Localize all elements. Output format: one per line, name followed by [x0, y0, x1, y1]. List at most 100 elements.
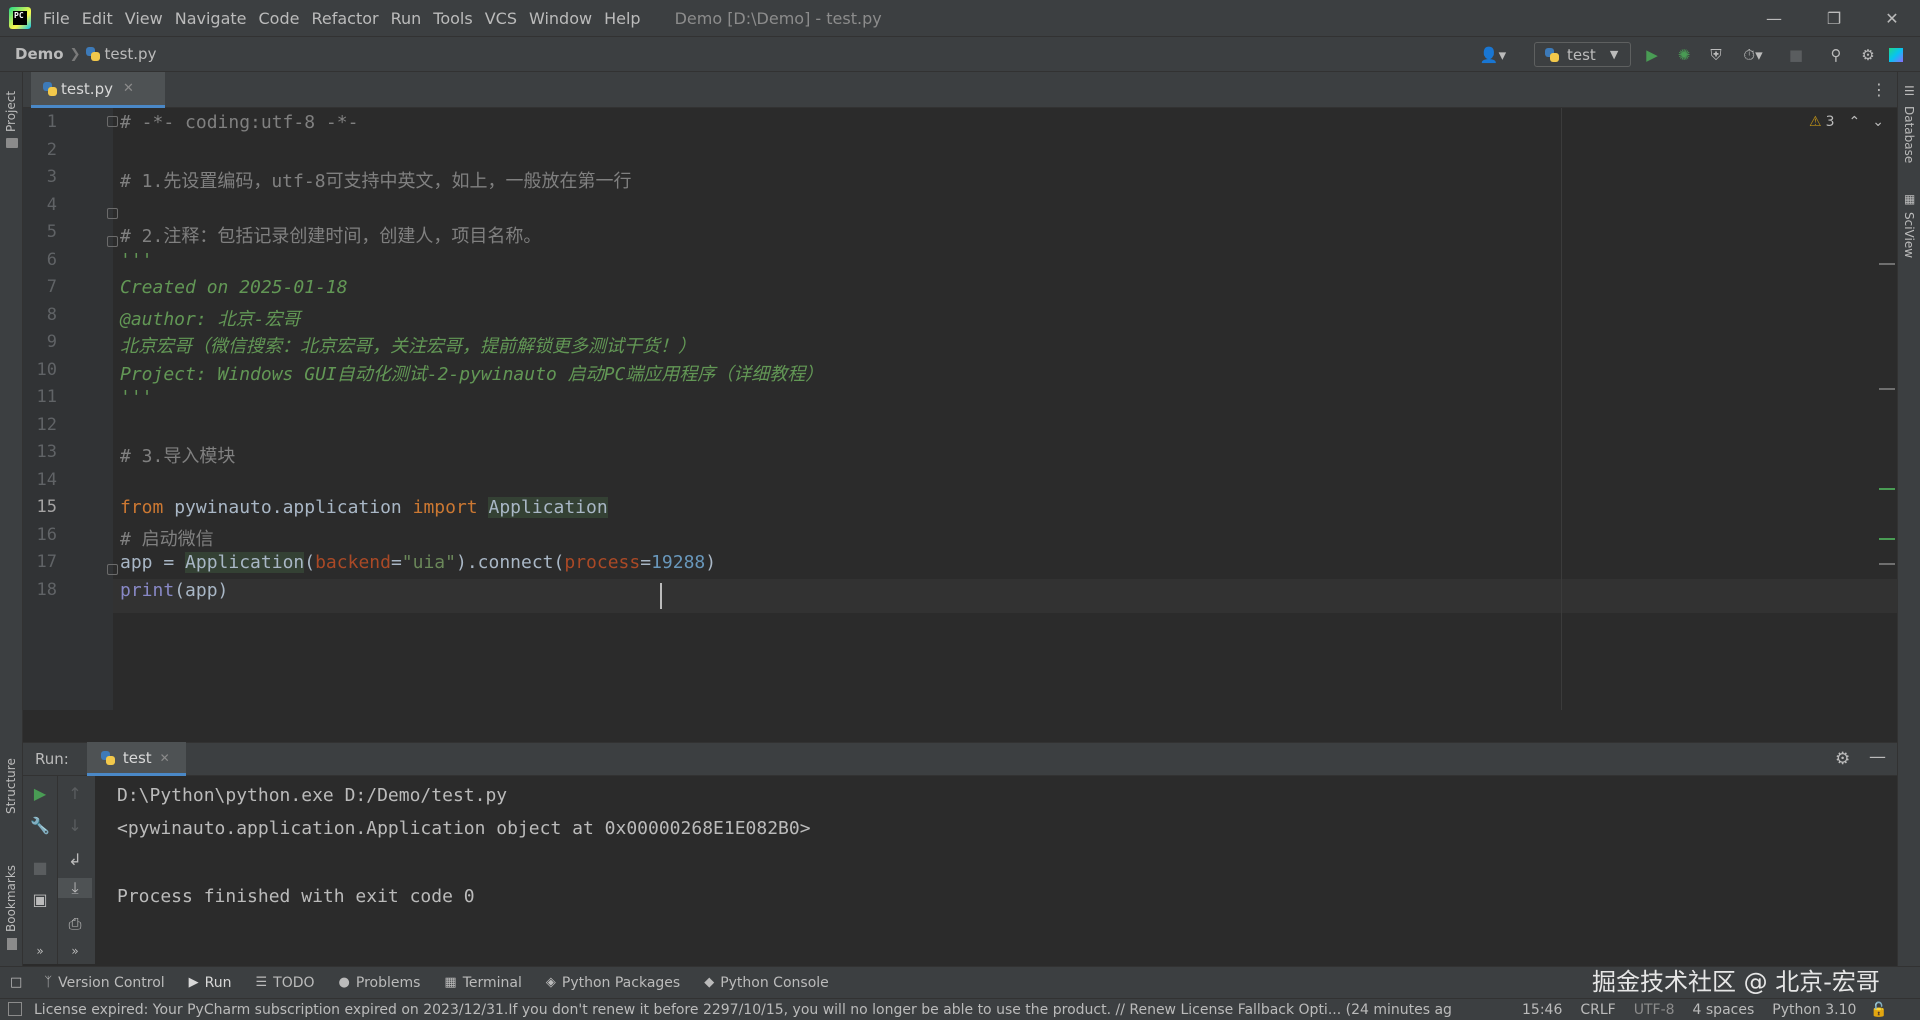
tool-tab-python-packages[interactable]: ◈ Python Packages — [546, 975, 680, 991]
caret-position[interactable]: 15:46 — [1522, 1002, 1562, 1018]
arrow-up-icon: ↑ — [68, 784, 82, 803]
warning-count: 3 — [1825, 114, 1835, 130]
code-line-17: app = Application(backend="uia").connect… — [120, 552, 716, 573]
right-tool-window-strip: ☰ Database ▦ SciView — [1897, 72, 1920, 972]
line-number: 9 — [46, 332, 57, 352]
debug-button[interactable]: ✺ — [1674, 45, 1694, 65]
status-message[interactable]: License expired: Your PyCharm subscripti… — [34, 1002, 1504, 1018]
menu-code[interactable]: Code — [259, 9, 300, 28]
menu-refactor[interactable]: Refactor — [311, 9, 378, 28]
current-line-highlight — [113, 579, 1897, 613]
project-tool-button[interactable]: Project — [0, 78, 23, 148]
menu-navigate[interactable]: Navigate — [175, 9, 247, 28]
tool-tab-python-console[interactable]: ◆ Python Console — [704, 975, 829, 991]
window-title: Demo [D:\Demo] - test.py — [674, 8, 882, 28]
more-options-icon[interactable]: ⋮ — [1871, 80, 1887, 99]
branch-icon: ᛉ — [44, 975, 53, 990]
indent-setting[interactable]: 4 spaces — [1693, 1002, 1755, 1018]
database-tool-label: Database — [1902, 106, 1916, 164]
menu-tools[interactable]: Tools — [433, 9, 472, 28]
tool-tab-todo[interactable]: ☰ TODO — [256, 975, 315, 991]
lock-icon[interactable]: 🔓 — [1870, 1002, 1887, 1018]
code-line-11: ''' — [120, 387, 153, 408]
user-account-icon[interactable]: 👤▾ — [1476, 45, 1510, 65]
minimize-button[interactable]: — — [1746, 0, 1802, 36]
breadcrumb-project[interactable]: Demo — [15, 45, 64, 63]
database-tool-button[interactable]: ☰ Database — [1898, 82, 1920, 182]
console-output-line: D:\Python\python.exe D:/Demo/test.py — [117, 785, 508, 806]
run-tab-test[interactable]: test ✕ — [86, 742, 186, 776]
file-encoding[interactable]: UTF-8 — [1634, 1002, 1675, 1018]
print-icon[interactable]: ⎙ — [58, 914, 92, 934]
close-tab-icon[interactable]: ✕ — [123, 81, 134, 96]
play-icon: ▶ — [188, 975, 199, 990]
bookmarks-tool-button[interactable]: Bookmarks — [0, 862, 23, 962]
fold-marker-icon[interactable] — [107, 208, 118, 219]
soft-wrap-icon[interactable]: ↲ — [58, 850, 92, 869]
tool-tab-terminal[interactable]: ▦ Terminal — [444, 975, 521, 991]
more-icon[interactable]: » — [58, 944, 92, 958]
rerun-icon[interactable]: ▶ — [23, 784, 57, 803]
layout-icon[interactable]: ▣ — [23, 890, 57, 909]
menu-vcs[interactable]: VCS — [485, 9, 517, 28]
settings-button[interactable]: ⚙ — [1858, 45, 1878, 65]
run-with-coverage-button[interactable]: ⛨ — [1706, 45, 1726, 65]
code-editor[interactable]: 1 2 3 4 5 6 7 8 9 10 11 12 13 14 15 16 17 18 # -*- coding… — [23, 108, 1897, 710]
menu-window[interactable]: Window — [529, 9, 592, 28]
run-console[interactable]: ▶ 🔧 ■ ▣ » ↑ ↓ ↲ ⤓ ⎙ » D:\Python\python.e… — [23, 776, 1897, 964]
tool-tab-version-control[interactable]: ᛉ Version Control — [44, 975, 164, 991]
fold-marker-icon[interactable] — [107, 116, 118, 127]
search-everywhere-button[interactable]: ⚲ — [1826, 45, 1846, 65]
bookmarks-tool-label: Bookmarks — [4, 864, 18, 932]
problems-icon: ● — [338, 975, 350, 990]
code-line-5: # 2.注释：包括记录创建时间，创建人，项目名称。 — [120, 226, 542, 247]
hide-panel-icon[interactable]: — — [1869, 747, 1886, 767]
inspection-widget[interactable]: ⚠ 3 ⌃ ⌄ — [1809, 114, 1884, 130]
line-number: 2 — [46, 139, 57, 160]
title-bar: PC File Edit View Navigate Code Refactor… — [0, 0, 1920, 36]
scroll-to-end-icon[interactable]: ⤓ — [58, 878, 92, 898]
tool-tab-run[interactable]: ▶ Run — [189, 975, 232, 991]
structure-tool-button[interactable]: Structure — [0, 750, 23, 832]
terminal-icon: ▦ — [444, 975, 457, 990]
code-line-9: 北京宏哥（微信搜索：北京宏哥，关注宏哥，提前解锁更多测试干货！） — [120, 336, 696, 357]
menu-view[interactable]: View — [125, 9, 163, 28]
sciview-tool-button[interactable]: ▦ SciView — [1898, 190, 1920, 290]
menu-file[interactable]: File — [43, 9, 70, 28]
chevron-up-icon[interactable]: ⌃ — [1848, 114, 1860, 130]
run-button[interactable]: ▶ — [1642, 45, 1662, 65]
stop-button: ■ — [1786, 45, 1806, 65]
toggle-tool-windows-icon[interactable]: □ — [10, 975, 22, 990]
packages-icon: ◈ — [545, 975, 556, 990]
scrollbar-marker — [1879, 263, 1895, 265]
tool-tab-problems[interactable]: ● Problems — [339, 975, 421, 991]
editor-tab-test-py[interactable]: test.py ✕ — [31, 72, 165, 108]
gear-icon: ⚙ — [1861, 46, 1875, 64]
status-toggle-icon[interactable] — [8, 1002, 22, 1016]
toolbox-logo-icon — [1889, 48, 1903, 62]
code-token: = — [640, 552, 652, 573]
profile-button[interactable]: ⏱▾ — [1738, 45, 1768, 65]
restore-button[interactable]: ❐ — [1806, 0, 1862, 36]
run-configuration-select[interactable]: test ▼ — [1534, 42, 1631, 67]
editor-tab-label: test.py — [61, 79, 113, 98]
status-bar: License expired: Your PyCharm subscripti… — [0, 998, 1920, 1020]
run-configuration-label: test — [1567, 45, 1596, 64]
fold-marker-icon[interactable] — [107, 236, 118, 247]
bookmark-icon — [7, 938, 17, 950]
more-icon[interactable]: » — [23, 944, 57, 958]
chevron-down-icon[interactable]: ⌄ — [1872, 114, 1884, 130]
fold-marker-icon[interactable] — [107, 564, 118, 575]
line-separator[interactable]: CRLF — [1580, 1002, 1615, 1018]
module-name: pywinauto.application — [163, 497, 413, 518]
menu-edit[interactable]: Edit — [82, 9, 113, 28]
menu-help[interactable]: Help — [604, 9, 640, 28]
toolbox-button[interactable] — [1888, 45, 1904, 65]
breadcrumb-file[interactable]: test.py — [104, 45, 156, 63]
python-interpreter[interactable]: Python 3.10 — [1772, 1002, 1856, 1018]
close-window-button[interactable]: ✕ — [1864, 0, 1920, 36]
run-settings-icon[interactable]: ⚙ — [1835, 749, 1850, 769]
modify-config-icon[interactable]: 🔧 — [23, 816, 57, 835]
close-tab-icon[interactable]: ✕ — [160, 751, 170, 765]
menu-run[interactable]: Run — [391, 9, 422, 28]
